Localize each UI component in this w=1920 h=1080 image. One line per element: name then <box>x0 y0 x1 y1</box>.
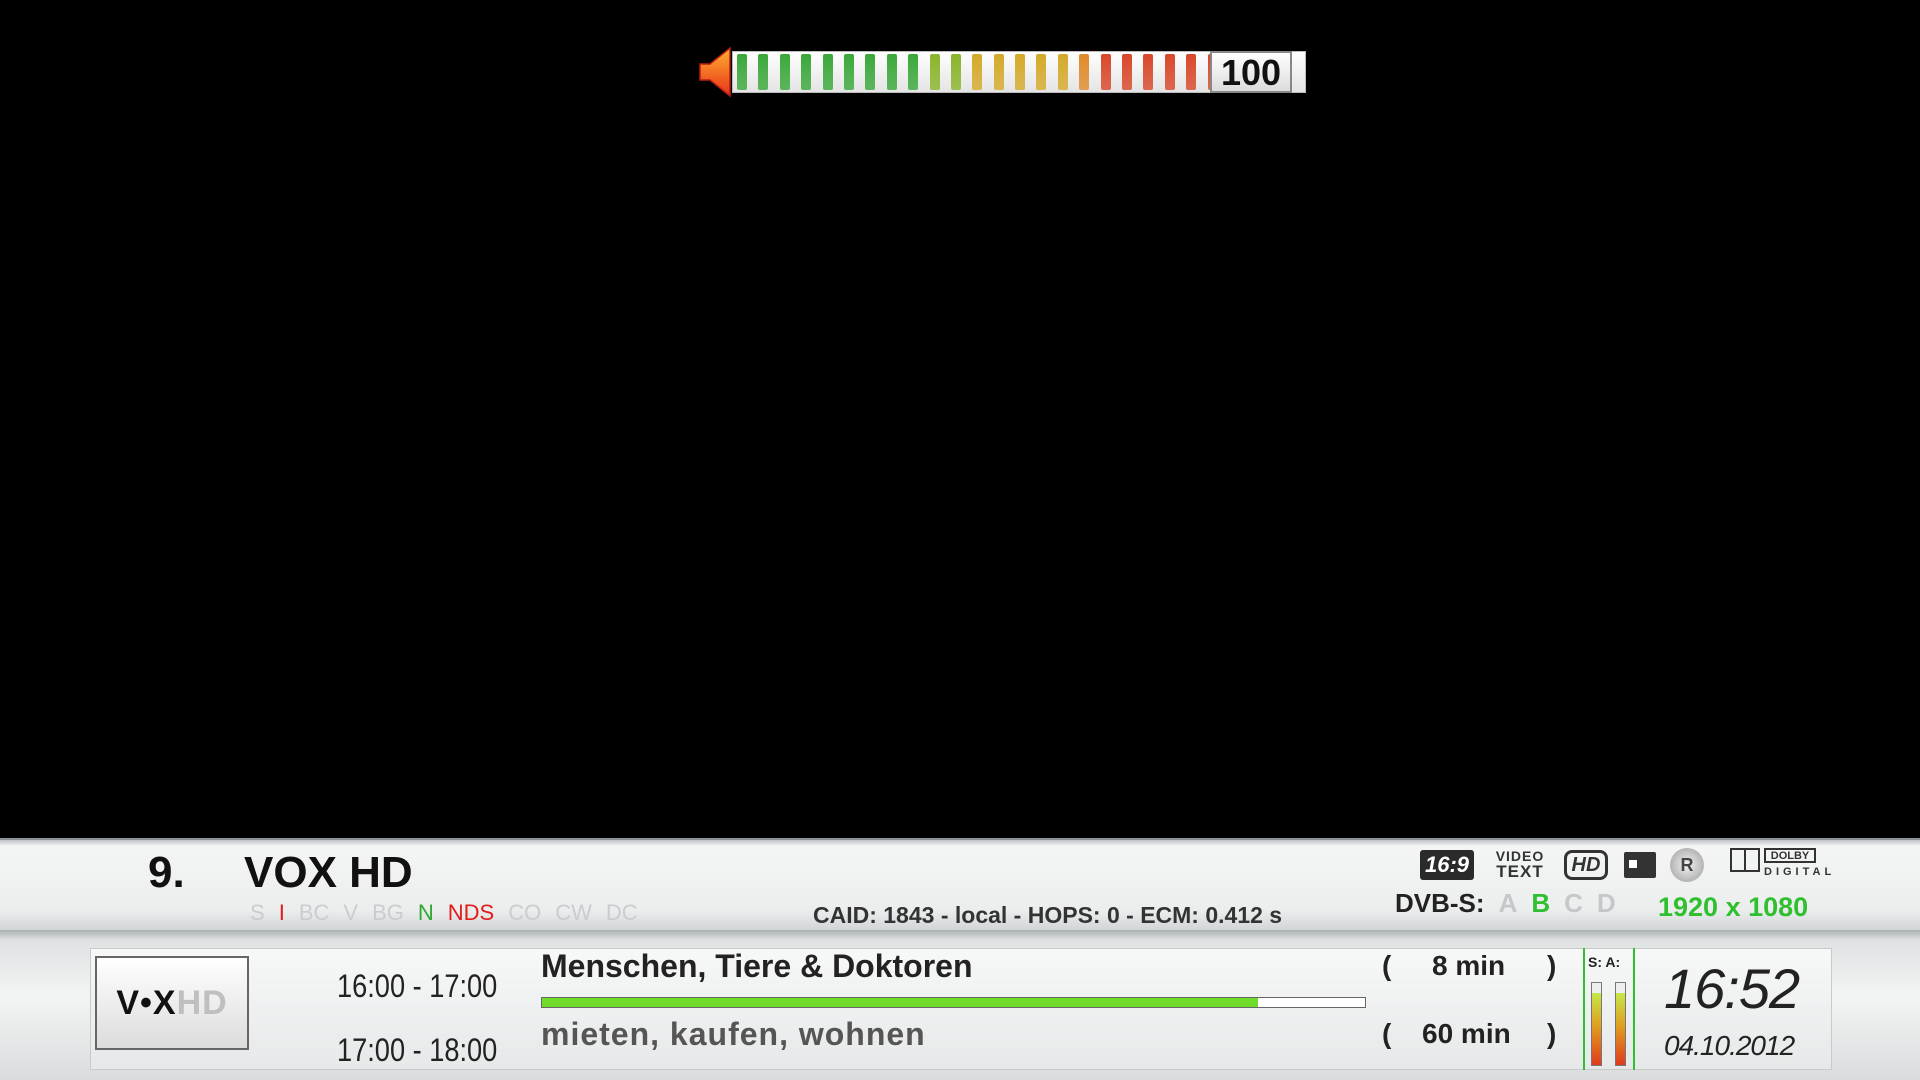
ca-system-i: I <box>278 900 285 925</box>
current-event-title: Menschen, Tiere & Doktoren <box>541 948 973 984</box>
paren-open: ( <box>1382 950 1392 981</box>
volume-segment <box>1143 54 1154 90</box>
volume-segment <box>843 54 854 90</box>
ca-system-bg: BG <box>372 900 404 925</box>
infobar: 9. VOX HD S I BC V BG N NDS CO CW DC CAID: 1843 -… <box>0 838 1920 1080</box>
signal-meter-fill <box>1592 992 1601 1065</box>
dolby-double-d-icon <box>1730 848 1760 872</box>
ca-system-list: S I BC V BG N NDS CO CW DC <box>250 900 638 926</box>
volume-segment <box>1079 54 1090 90</box>
volume-segment <box>908 54 919 90</box>
caid-info: CAID: 1843 - local - HOPS: 0 - ECM: 0.41… <box>813 902 1283 928</box>
paren-close: ) <box>1547 1018 1557 1049</box>
ca-system-v: V <box>343 900 359 925</box>
channel-number: 9. <box>148 848 185 897</box>
clock-time: 16:52 <box>1664 957 1800 1020</box>
channel-logo: V•XHD <box>95 956 249 1050</box>
ca-system-n: N <box>417 900 434 925</box>
volume-segment <box>779 54 790 90</box>
volume-segment <box>1100 54 1111 90</box>
logo-main: V•X <box>116 984 177 1022</box>
clock-date: 04.10.2012 <box>1664 1030 1795 1061</box>
event-progress-bar <box>541 997 1366 1008</box>
volume-segment <box>822 54 833 90</box>
channel-name: VOX HD <box>244 848 413 897</box>
meter-labels: S: A: <box>1588 954 1621 970</box>
volume-segment <box>929 54 940 90</box>
volume-value: 100 <box>1210 51 1292 93</box>
paren-close: ) <box>1547 950 1557 981</box>
volume-segment <box>1036 54 1047 90</box>
dvb-label: DVB-S: <box>1395 888 1485 918</box>
aspect-ratio-icon: 16:9 <box>1420 850 1474 880</box>
ca-system-s: S <box>250 900 265 925</box>
volume-segment <box>950 54 961 90</box>
volume-segment <box>1164 54 1175 90</box>
volume-segment <box>1057 54 1068 90</box>
next-event-title: mieten, kaufen, wohnen <box>541 1016 926 1052</box>
resolution-readout: 1920 x 1080 <box>1658 892 1809 922</box>
tuner-a: A <box>1498 888 1518 918</box>
audio-meter <box>1615 982 1626 1066</box>
dvb-tuner-indicator: DVB-S: ABCD <box>1395 888 1616 919</box>
signal-audio-meters: S: A: <box>1583 948 1635 1070</box>
speaker-icon <box>699 46 731 98</box>
dolby-label: DOLBY <box>1764 848 1816 863</box>
tuner-d: D <box>1596 888 1616 918</box>
ca-system-nds: NDS <box>447 900 495 925</box>
volume-segment <box>1186 54 1197 90</box>
ca-system-cw: CW <box>555 900 592 925</box>
videotext-line2: TEXT <box>1496 862 1544 881</box>
dolby-digital-icon: DOLBY DIGITAL <box>1730 848 1831 880</box>
volume-segment <box>1122 54 1133 90</box>
logo-suffix: HD <box>176 984 228 1022</box>
volume-segment <box>801 54 812 90</box>
audio-meter-fill <box>1616 992 1625 1065</box>
hd-icon: HD <box>1564 850 1608 880</box>
volume-segment <box>758 54 769 90</box>
ca-system-dc: DC <box>605 900 638 925</box>
tuner-c: C <box>1564 888 1583 918</box>
volume-overlay: 100 <box>698 46 1306 98</box>
infobar-divider <box>0 930 1920 940</box>
digital-label: DIGITAL <box>1764 866 1836 878</box>
paren-open: ( <box>1382 1018 1392 1049</box>
volume-segment <box>865 54 876 90</box>
volume-segment <box>993 54 1004 90</box>
screen-format-icon <box>1624 852 1656 878</box>
volume-segment <box>972 54 983 90</box>
tuner-b: B <box>1531 888 1551 918</box>
ca-system-bc: BC <box>298 900 330 925</box>
record-icon: R <box>1670 848 1704 882</box>
current-event-remaining: 8 min <box>1432 950 1506 981</box>
volume-segment <box>737 54 747 90</box>
event-progress-fill <box>542 998 1258 1007</box>
next-event-duration: 60 min <box>1422 1018 1511 1049</box>
volume-segment <box>886 54 897 90</box>
next-event-time: 17:00 - 18:00 <box>337 1032 498 1068</box>
signal-meter <box>1591 982 1602 1066</box>
current-event-time: 16:00 - 17:00 <box>337 968 498 1004</box>
videotext-icon: VIDEO TEXT <box>1494 849 1546 881</box>
ca-system-co: CO <box>508 900 542 925</box>
volume-segment <box>1015 54 1026 90</box>
